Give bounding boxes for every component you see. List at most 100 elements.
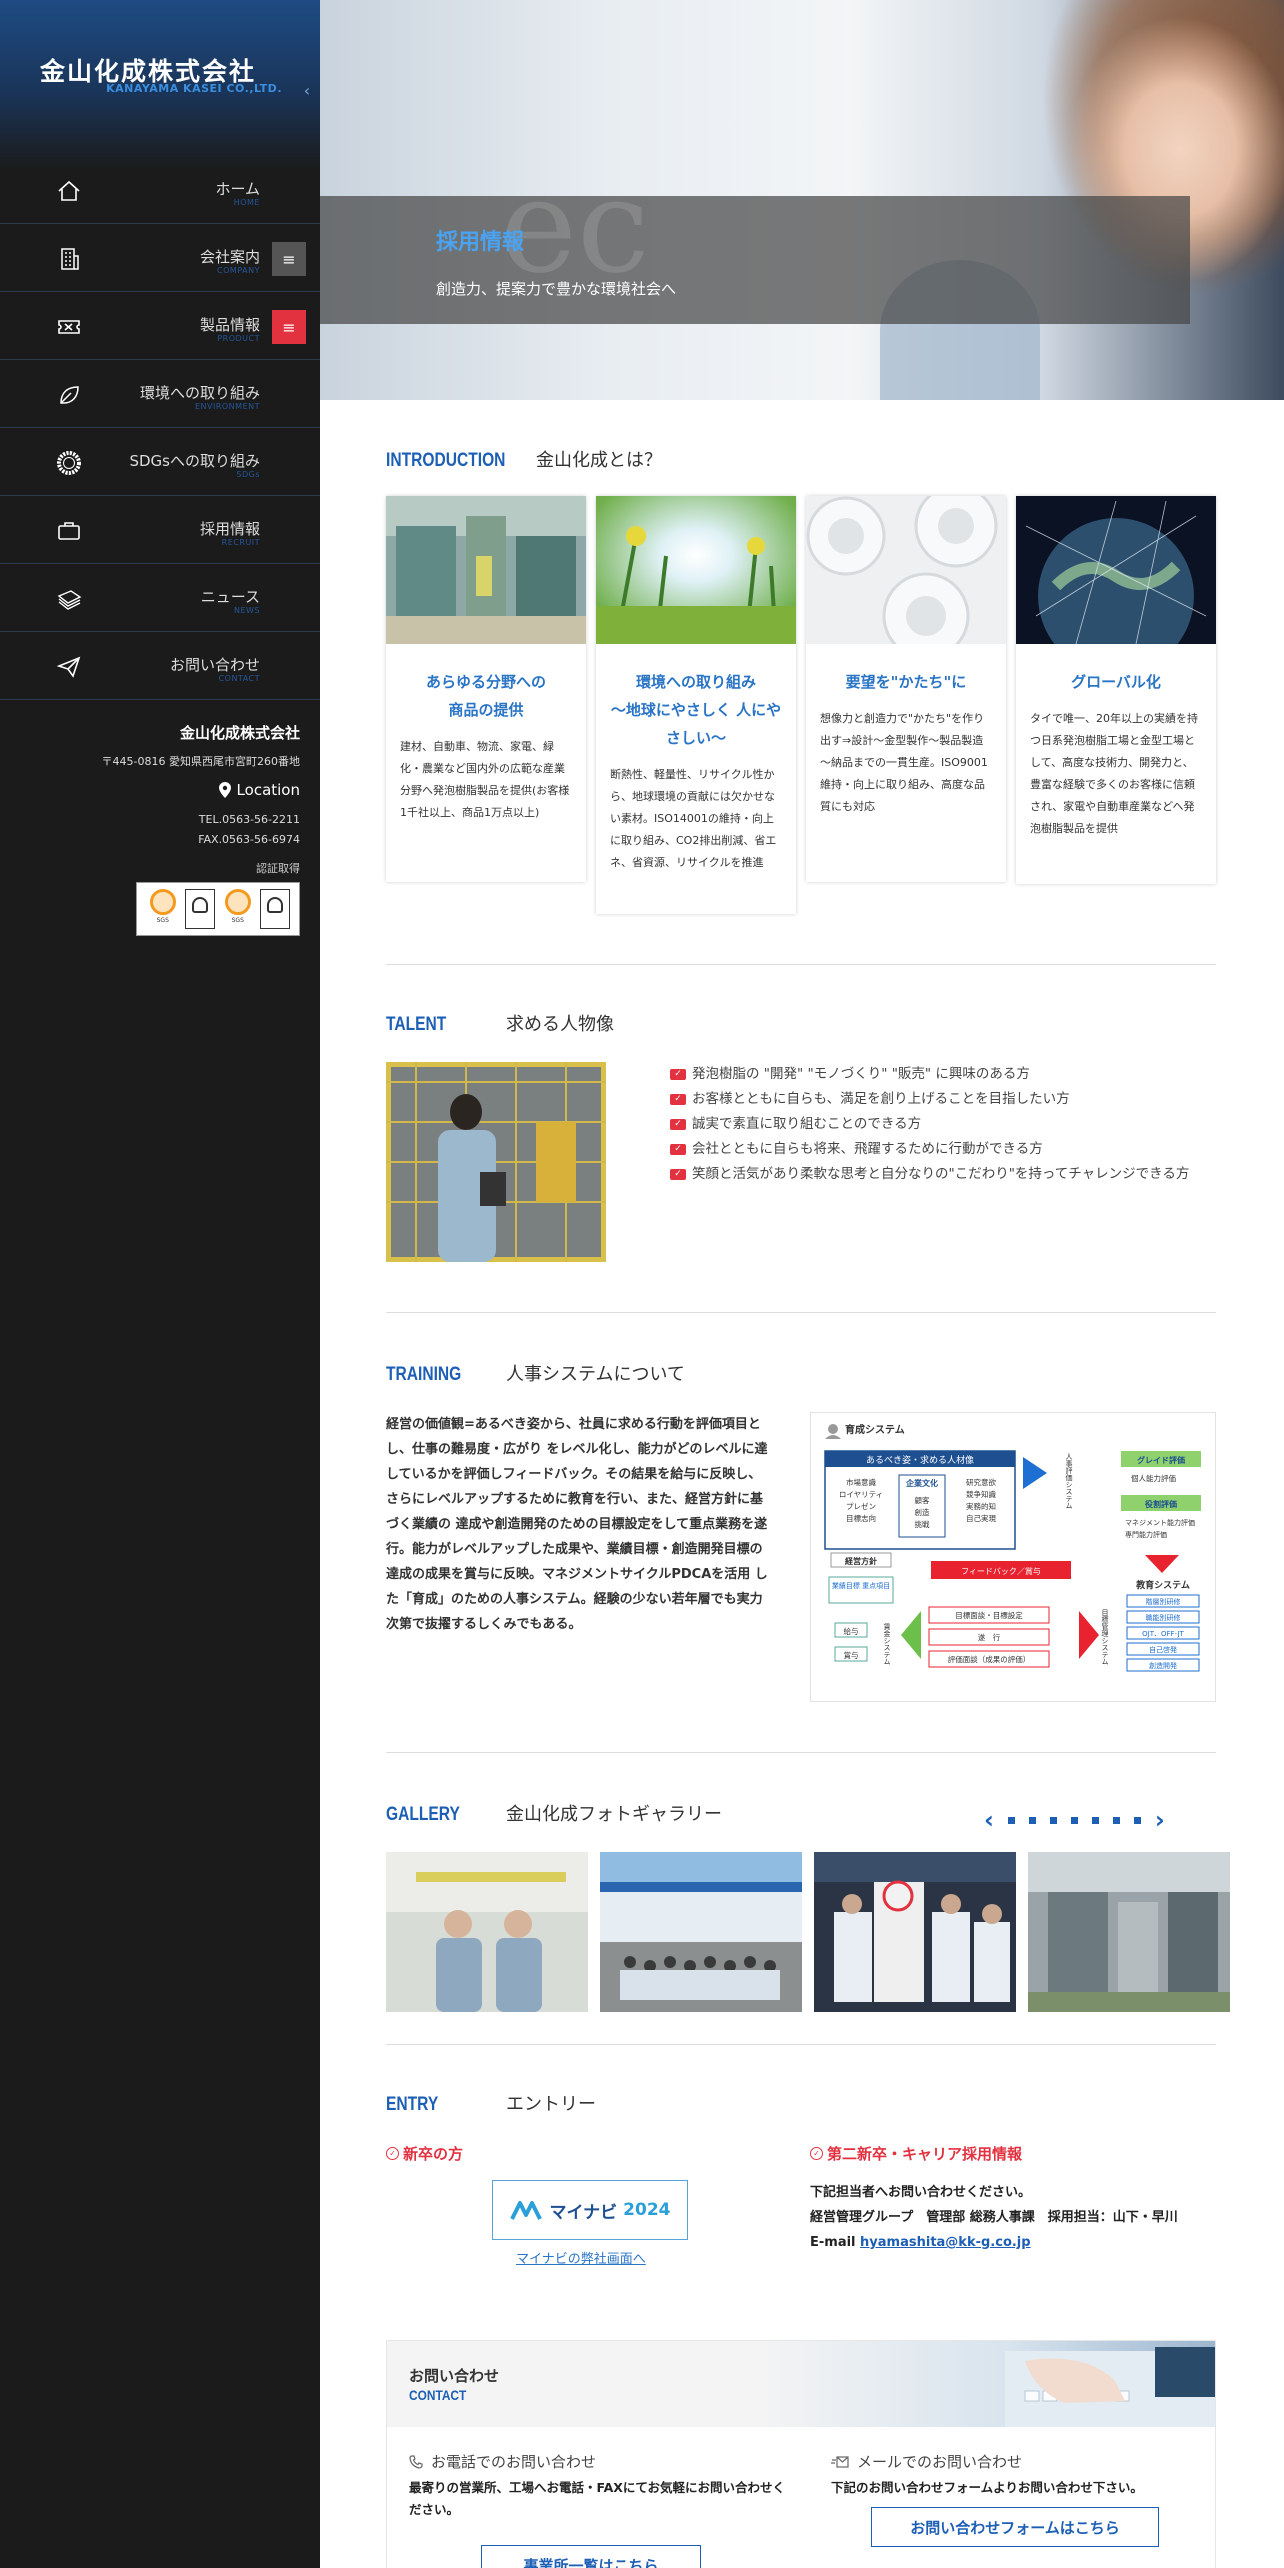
intro-card-body: 想像力と創造力で"かたち"を作り出す⇒設計～金型製作～製品製造～納品までの一貫生… (820, 712, 988, 813)
gallery-dot[interactable] (1007, 1816, 1015, 1824)
svg-text:業績目標 重点項目: 業績目標 重点項目 (832, 1581, 890, 1590)
company-submenu-button[interactable]: ≡ (272, 242, 306, 276)
location-link[interactable]: Location (20, 781, 300, 799)
svg-text:市場意識: 市場意識 (846, 1477, 876, 1487)
mynavi-logo-icon (509, 2201, 542, 2220)
sgs-seal-icon: SGS (146, 889, 180, 929)
leaf-icon (56, 382, 82, 408)
check-icon: ✓ (670, 1169, 686, 1180)
intro-heading-en: INTRODUCTION (386, 450, 506, 471)
sidebar-item-label: ホーム (215, 180, 260, 198)
training-heading: TRAINING 人事システムについて (386, 1360, 685, 1386)
gallery-dot[interactable] (1091, 1816, 1099, 1824)
gallery-photo[interactable] (600, 1852, 802, 2012)
phone-contact-heading: お電話でのお問い合わせ (409, 2451, 596, 2472)
mynavi-link[interactable]: マイナビの弊社画面へ (516, 2248, 646, 2267)
ticket-icon (56, 314, 82, 340)
check-icon: ✓ (670, 1144, 686, 1155)
check-circle-icon: ✓ (386, 2147, 399, 2160)
check-icon: ✓ (670, 1069, 686, 1080)
svg-text:OJT、OFF-JT: OJT、OFF-JT (1142, 1630, 1184, 1638)
svg-text:目標面談・目標設定: 目標面談・目標設定 (955, 1610, 1023, 1620)
email-link[interactable]: hyamashita@kk-g.co.jp (860, 2235, 1031, 2250)
sidebar-item-label: 環境への取り組み (139, 384, 260, 402)
gallery-dot[interactable] (1112, 1816, 1120, 1824)
section-divider (386, 2044, 1216, 2045)
hero-banner: ec 採用情報 創造力、提案力で豊かな環境社会へ (320, 0, 1284, 400)
intro-heading: INTRODUCTION 金山化成とは？ (386, 446, 662, 472)
career-heading: ✓ 第二新卒・キャリア採用情報 (810, 2143, 1022, 2164)
svg-text:創造開発: 創造開発 (1149, 1661, 1177, 1670)
list-item: ✓ お客様とともに自らも、満足を創り上げることを目指したい方 (670, 1087, 1189, 1112)
contact-form-button[interactable]: お問い合わせフォームはこちら (871, 2507, 1159, 2547)
phone-icon (409, 2454, 423, 2469)
sidebar-item-contact[interactable]: お問い合わせ CONTACT (0, 632, 320, 700)
sdgs-wheel-icon (56, 450, 82, 476)
sidebar-item-home[interactable]: ホーム HOME (0, 156, 320, 224)
contact-section: お問い合わせ CONTACT お電話でのお問い合わせ 最寄りの営業所、工場へお電… (386, 2340, 1216, 2568)
svg-text:実務的知: 実務的知 (966, 1501, 996, 1511)
svg-text:プレゼン: プレゼン (846, 1501, 876, 1511)
globe-photo (1016, 496, 1216, 674)
paper-plane-icon (56, 654, 82, 680)
gallery-heading-jp: 金山化成フォトギャラリー (506, 1804, 722, 1825)
ukas-seal-icon: UKAS (185, 889, 216, 929)
ukas-seal-icon: UKAS (260, 889, 291, 929)
intro-card-body: タイで唯一、20年以上の実績を持つ日系発泡樹脂工場と金型工場として、高度な技術力… (1030, 712, 1198, 835)
sgs-seal-icon: SGS (221, 889, 255, 929)
gallery-photo[interactable] (1028, 1852, 1230, 2012)
gallery-dot[interactable] (1070, 1816, 1078, 1824)
location-label: Location (236, 781, 300, 799)
list-item: ✓ 笑顔と活気があり柔軟な思考と自分なりの"こだわり"を持ってチャレンジできる方 (670, 1162, 1189, 1187)
training-heading-jp: 人事システムについて (506, 1364, 685, 1385)
company-logo-en: KANAYAMA KASEI CO.,LTD. (106, 82, 282, 95)
sidebar-item-product[interactable]: 製品情報 PRODUCT ≡ (0, 292, 320, 360)
product-submenu-button[interactable]: ≡ (272, 310, 306, 344)
office-list-button[interactable]: 事業所一覧はこちら (481, 2545, 701, 2568)
entry-heading-en: ENTRY (386, 2094, 439, 2115)
svg-text:競争知識: 競争知識 (966, 1489, 996, 1499)
svg-text:個人能力評価: 個人能力評価 (1131, 1473, 1176, 1483)
entry-heading: ENTRY エントリー (386, 2090, 596, 2116)
svg-text:マネジメント能力評価: マネジメント能力評価 (1125, 1518, 1195, 1527)
sidebar-nav: ホーム HOME 会社案内 COMPANY ≡ 製品情報 PRODUCT ≡ 環… (0, 156, 320, 700)
main-content: ec 採用情報 創造力、提案力で豊かな環境社会へ INTRODUCTION 金山… (320, 0, 1284, 2568)
sidebar-item-recruit[interactable]: 採用情報 RECRUIT (0, 496, 320, 564)
company-address: 〒445-0816 愛知県西尾市宮町260番地 (101, 755, 300, 768)
gallery-pager: ‹ › (984, 1806, 1165, 1834)
gallery-photo[interactable] (814, 1852, 1016, 2012)
training-heading-en: TRAINING (386, 1364, 462, 1385)
intro-card: グローバル化 タイで唯一、20年以上の実績を持つ日系発泡樹脂工場と金型工場として… (1016, 496, 1216, 884)
mynavi-banner[interactable]: マイナビ 2024 (492, 2180, 688, 2240)
gallery-dot[interactable] (1133, 1816, 1141, 1824)
intro-card: 環境への取り組み ～地球にやさしく 人にやさしい～ 断熱性、軽量性、リサイクル性… (596, 496, 796, 914)
newspaper-icon (56, 586, 82, 612)
certification-badges: SGS UKAS SGS UKAS (136, 882, 300, 936)
gallery-dot[interactable] (1028, 1816, 1036, 1824)
contact-title: お問い合わせ (409, 2367, 500, 2385)
svg-text:職能別研修: 職能別研修 (1146, 1613, 1181, 1622)
intro-heading-jp: 金山化成とは？ (536, 450, 662, 471)
hr-system-diagram: 育成システム あるべき姿・求める人材像 市場意識 ロイヤリティ プレゼン 目標志… (810, 1412, 1216, 1702)
sidebar-collapse-button[interactable]: ‹ (300, 82, 314, 100)
talent-list: ✓ 発泡樹脂の "開発" "モノづくり" "販売" に興味のある方 ✓ お客様ととも… (670, 1062, 1189, 1187)
gallery-photo[interactable] (386, 1852, 588, 2012)
gallery-prev-button[interactable]: ‹ (984, 1806, 994, 1834)
svg-text:フィードバック／賞与: フィードバック／賞与 (961, 1566, 1041, 1576)
gallery-next-button[interactable]: › (1155, 1806, 1165, 1834)
sidebar-item-sdgs[interactable]: SDGsへの取り組み SDGs (0, 428, 320, 496)
intro-card-title: グローバル化 (1071, 673, 1161, 691)
sidebar-item-sub: RECRUIT (221, 538, 260, 547)
nature-photo (596, 496, 796, 645)
sidebar-item-company[interactable]: 会社案内 COMPANY ≡ (0, 224, 320, 292)
sidebar-item-environment[interactable]: 環境への取り組み ENVIRONMENT (0, 360, 320, 428)
list-item: ✓ 会社とともに自らも将来、飛躍するために行動ができる方 (670, 1137, 1189, 1162)
gallery-dot[interactable] (1049, 1816, 1057, 1824)
svg-text:教育システム: 教育システム (1135, 1579, 1190, 1591)
talent-heading-en: TALENT (386, 1014, 447, 1035)
sidebar-item-news[interactable]: ニュース NEWS (0, 564, 320, 632)
intro-card-body: 断熱性、軽量性、リサイクル性から、地球環境の貢献には欠かせない素材。ISO140… (610, 768, 777, 869)
list-item: ✓ 発泡樹脂の "開発" "モノづくり" "販売" に興味のある方 (670, 1062, 1189, 1087)
talent-heading-jp: 求める人物像 (506, 1014, 614, 1035)
building-icon (56, 246, 82, 272)
